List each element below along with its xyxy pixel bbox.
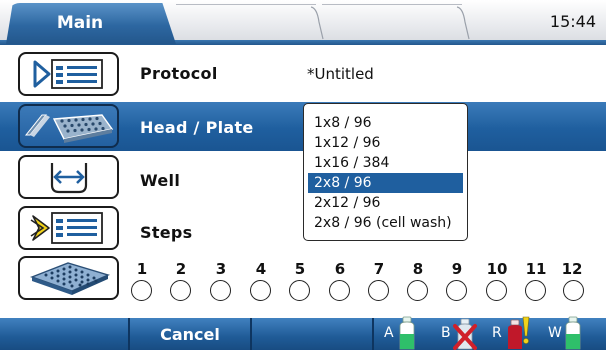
strip-select-circle[interactable]	[446, 280, 467, 301]
dropdown-option[interactable]: 1x12 / 96	[308, 133, 463, 153]
dropdown-option-selected[interactable]: 2x8 / 96	[308, 173, 463, 193]
tab-divider	[456, 6, 470, 40]
strip-number: 4	[255, 260, 267, 278]
strip-number: 2	[175, 260, 187, 278]
resource-label: B	[441, 325, 451, 341]
tab-main-label: Main	[56, 12, 104, 33]
head-plate-button[interactable]	[18, 104, 119, 148]
strip-number: 7	[373, 260, 385, 278]
tab-main[interactable]: Main	[6, 3, 176, 44]
microplate-icon	[29, 262, 110, 295]
strip-select-circle[interactable]	[525, 280, 546, 301]
well-position-icon	[50, 163, 87, 194]
plate-head-icon	[24, 114, 113, 143]
strip-select-circle[interactable]	[170, 280, 191, 301]
device-screen: Main 15:44 Protocol *Untitled Head / Pla…	[0, 0, 606, 350]
dropdown-option[interactable]: 1x8 / 96	[308, 113, 463, 133]
protocol-button[interactable]	[18, 52, 119, 96]
bottle-green-icon[interactable]	[563, 316, 583, 350]
strip-number: 11	[525, 260, 547, 278]
dropdown-option[interactable]: 2x12 / 96	[308, 193, 463, 213]
strip-number: 3	[215, 260, 227, 278]
steps-label: Steps	[140, 223, 193, 242]
tab-divider	[310, 6, 324, 40]
strip-select-circle[interactable]	[563, 280, 584, 301]
bottle-empty-crossed-icon[interactable]	[453, 316, 477, 350]
cancel-label: Cancel	[160, 324, 220, 344]
steps-button[interactable]	[18, 206, 119, 250]
dropdown-option[interactable]: 2x8 / 96 (cell wash)	[308, 213, 463, 233]
dropdown-option[interactable]: 1x16 / 384	[308, 153, 463, 173]
cancel-button[interactable]: Cancel	[130, 318, 250, 350]
tab-blank-2[interactable]	[322, 4, 462, 40]
protocol-row[interactable]: Protocol *Untitled	[0, 49, 606, 98]
strip-select-circle[interactable]	[289, 280, 310, 301]
strip-number: 6	[334, 260, 346, 278]
strip-plate-button[interactable]	[18, 256, 119, 300]
resource-label: R	[492, 325, 502, 341]
steps-list-icon	[30, 212, 103, 244]
strip-select-circle[interactable]	[368, 280, 389, 301]
protocol-value: *Untitled	[307, 65, 374, 83]
strip-number: 10	[486, 260, 508, 278]
tab-blank-1[interactable]	[176, 4, 316, 40]
well-label: Well	[140, 171, 181, 190]
resource-label: A	[384, 325, 394, 341]
protocol-label: Protocol	[140, 64, 218, 83]
bottle-green-icon[interactable]	[397, 316, 417, 350]
bottom-divider	[250, 318, 252, 350]
strip-select-circle[interactable]	[250, 280, 271, 301]
strip-select-circle[interactable]	[210, 280, 231, 301]
head-plate-dropdown[interactable]: 1x8 / 96 1x12 / 96 1x16 / 384 2x8 / 96 2…	[303, 103, 468, 241]
strip-number: 8	[412, 260, 424, 278]
strip-number: 12	[561, 260, 583, 278]
bottle-red-warning-icon[interactable]	[505, 316, 531, 350]
well-button[interactable]	[18, 155, 119, 199]
bottom-divider	[372, 318, 374, 350]
resource-label: W	[548, 325, 562, 341]
strip-select-circle[interactable]	[486, 280, 507, 301]
strip-number: 9	[451, 260, 463, 278]
strip-select-circle[interactable]	[407, 280, 428, 301]
strip-number: 1	[136, 260, 148, 278]
protocol-list-icon	[33, 59, 103, 89]
head-plate-label: Head / Plate	[140, 118, 254, 137]
strip-number: 5	[294, 260, 306, 278]
strip-select-circle[interactable]	[329, 280, 350, 301]
clock: 15:44	[549, 12, 596, 31]
strip-select-circle[interactable]	[131, 280, 152, 301]
